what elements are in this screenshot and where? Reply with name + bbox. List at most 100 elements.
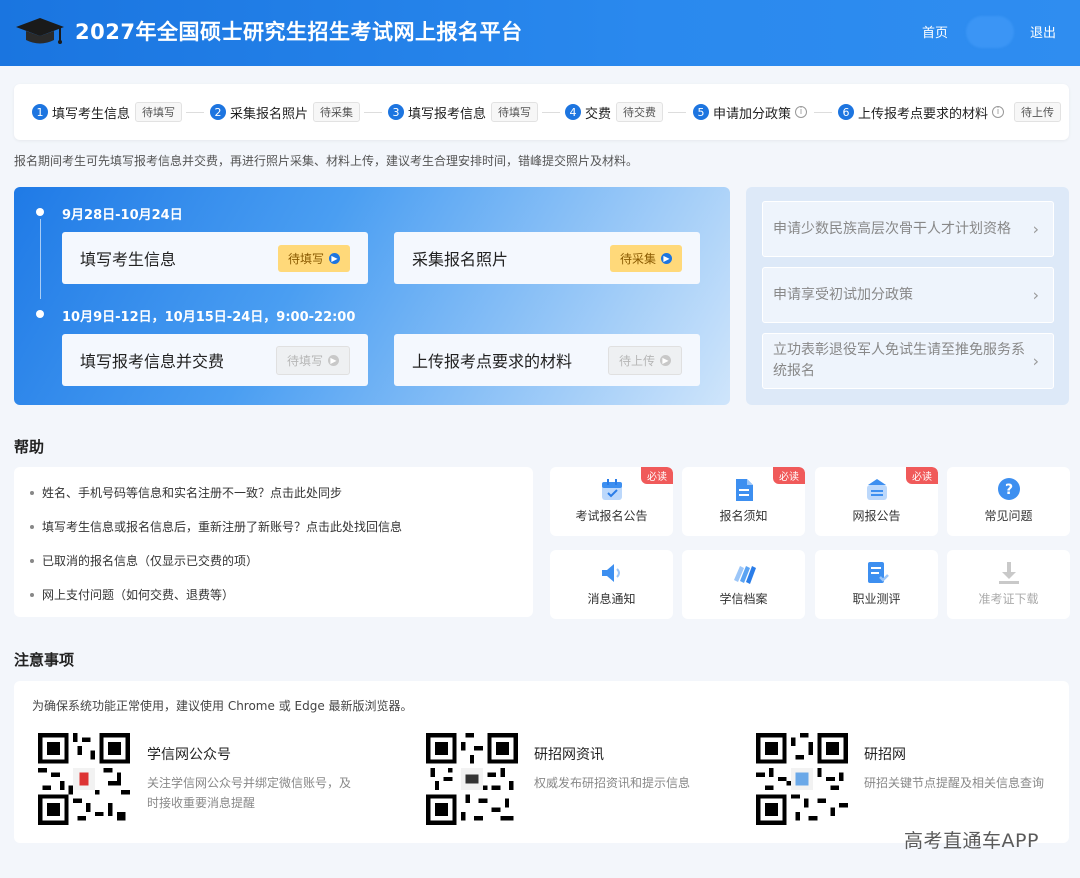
step-connector [364,112,382,113]
step-label: 上传报考点要求的材料 [858,106,989,122]
step-status-tag: 待交费 [616,102,664,122]
qr-description-line: 权威发布研招资讯和提示信息 [534,776,691,790]
pending-collect-button[interactable]: 待采集 ▶ [609,244,682,272]
period-1-date: 9月28日-10月24日 [62,208,183,223]
nav-home-link[interactable]: 首页 [922,22,948,41]
document-icon [735,479,753,501]
arrow-right-icon: ▶ [660,354,671,366]
graduation-cap-icon [16,18,64,44]
button-label: 待填写 [287,251,324,266]
tile-label: 准考证下载 [978,592,1039,606]
button-label: 待上传 [618,353,655,368]
chevron-right-icon: › [1032,351,1039,371]
card-upload-materials[interactable]: 上传报考点要求的材料 待上传 ▶ [394,334,700,386]
chevron-right-icon: › [1032,285,1039,305]
info-icon[interactable]: i [795,106,808,118]
timeline-line [40,219,41,299]
card-fill-candidate-info[interactable]: 填写考生信息 待填写 ▶ [62,232,368,284]
tile-messages[interactable]: 消息通知 [550,550,673,619]
must-read-badge: 必读 [773,467,805,484]
tile-label: 学信档案 [719,592,768,606]
card-title: 上传报考点要求的材料 [412,352,573,371]
timeline-dot [36,310,44,318]
step-number: 6 [838,104,854,120]
qr-description-line: 时接收重要消息提醒 [147,796,256,810]
card-title: 填写考生信息 [80,250,177,269]
info-icon[interactable]: i [992,106,1005,118]
xuexin-wechat-qr-code [38,733,130,825]
tile-label: 常见问题 [984,509,1033,523]
step-number: 2 [210,104,226,120]
tile-xuexin-archive[interactable]: 学信档案 [682,550,805,619]
step-3[interactable]: 3 填写报考信息 待填写 [388,102,539,122]
period-2-date: 10月9日-12日，10月15日-24日，9:00-22:00 [62,310,356,325]
card-title: 采集报名照片 [412,250,509,269]
policy-label: 申请少数民族高层次骨干人才计划资格 [773,220,1011,237]
step-1[interactable]: 1 填写考生信息 待填写 [32,102,183,122]
watermark-text: 高考直通车APP [904,830,1039,852]
nav-logout-link[interactable]: 退出 [1030,22,1056,41]
card-collect-photo[interactable]: 采集报名照片 待采集 ▶ [394,232,700,284]
step-connector [668,112,686,113]
tile-label: 职业测评 [852,592,901,606]
step-connector [542,112,560,113]
step-status-tag: 待填写 [491,102,539,122]
help-link-sync[interactable]: 姓名、手机号码等信息和实名注册不一致？点击此处同步 [29,484,342,501]
pending-fill-button[interactable]: 待填写 ▶ [277,244,350,272]
tile-label: 消息通知 [587,592,636,606]
timeline-panel: 9月28日-10月24日 填写考生信息 待填写 ▶ 采集报名照片 待采集 ▶ 1… [14,187,730,405]
tile-label: 网报公告 [852,509,901,523]
policy-veteran-exempt[interactable]: 立功表彰退役军人免试生请至推免服务系统报名 › [762,333,1054,389]
site-title: 2027年全国硕士研究生招生考试网上报名平台 [75,20,523,44]
help-link-payment[interactable]: 网上支付问题（如何交费、退费等） [29,586,234,603]
tile-registration-notice[interactable]: 必读 报名须知 [682,467,805,536]
help-link-cancelled[interactable]: 已取消的报名信息（仅显示已交费的项） [29,552,258,569]
arrow-right-icon: ▶ [661,252,672,264]
help-title: 帮助 [14,438,45,456]
must-read-badge: 必读 [641,467,673,484]
help-link-recover[interactable]: 填写考生信息或报名信息后，重新注册了新账号？点击此处找回信息 [29,518,402,535]
tile-faq[interactable]: ? 常见问题 [947,467,1070,536]
qr-description: 权威发布研招资讯和提示信息 [534,773,690,793]
tile-label: 报名须知 [719,509,768,523]
pending-upload-button-disabled: 待上传 ▶ [607,345,682,375]
archive-icon [733,566,756,584]
qr-description: 关注学信网公众号并绑定微信账号，及 时接收重要消息提醒 [147,773,351,813]
download-icon [998,562,1019,584]
step-connector [186,112,204,113]
notes-box: 为确保系统功能正常使用，建议使用 Chrome 或 Edge 最新版浏览器。 学… [14,681,1069,843]
button-label: 待填写 [286,353,323,368]
qr-title: 研招网 [864,747,906,763]
calendar-icon [601,479,622,500]
tile-career-assessment[interactable]: 职业测评 [815,550,938,619]
step-number: 5 [693,104,709,120]
step-number: 4 [565,104,581,120]
qr-title: 学信网公众号 [147,747,231,763]
yanzhao-site-qr-code [756,733,848,825]
qr-description-line: 研招关键节点提醒及相关信息查询 [864,776,1045,790]
browser-tip: 为确保系统功能正常使用，建议使用 Chrome 或 Edge 最新版浏览器。 [32,699,413,713]
must-read-badge: 必读 [906,467,938,484]
svg-text:?: ? [1004,482,1012,498]
step-5[interactable]: 5 申请加分政策 i [693,102,808,122]
tile-label: 考试报名公告 [575,509,648,523]
policy-minority-talent[interactable]: 申请少数民族高层次骨干人才计划资格 › [762,201,1054,257]
tile-online-announcement[interactable]: 必读 网报公告 [815,467,938,536]
card-fill-application-pay[interactable]: 填写报考信息并交费 待填写 ▶ [62,334,368,386]
user-avatar[interactable] [966,16,1014,48]
step-number: 1 [32,104,48,120]
policy-label: 立功表彰退役军人免试生请至推免服务系统报名 [773,342,1025,379]
speaker-icon [601,564,620,582]
step-2[interactable]: 2 采集报名照片 待采集 [210,102,361,122]
step-label: 采集报名照片 [230,106,309,122]
registration-notice: 报名期间考生可先填写报考信息并交费，再进行照片采集、材料上传，建议考生合理安排时… [14,154,639,168]
step-6[interactable]: 6 上传报考点要求的材料 i 待上传 [838,102,1062,122]
arrow-right-icon: ▶ [329,252,340,264]
question-icon: ? [997,478,1020,500]
step-number: 3 [388,104,404,120]
qr-description-line: 关注学信网公众号并绑定微信账号，及 [147,776,352,790]
policy-bonus-points[interactable]: 申请享受初试加分政策 › [762,267,1054,323]
help-box: 姓名、手机号码等信息和实名注册不一致？点击此处同步 填写考生信息或报名信息后，重… [14,467,533,617]
tile-exam-announcement[interactable]: 必读 考试报名公告 [550,467,673,536]
step-4[interactable]: 4 交费 待交费 [565,102,664,122]
